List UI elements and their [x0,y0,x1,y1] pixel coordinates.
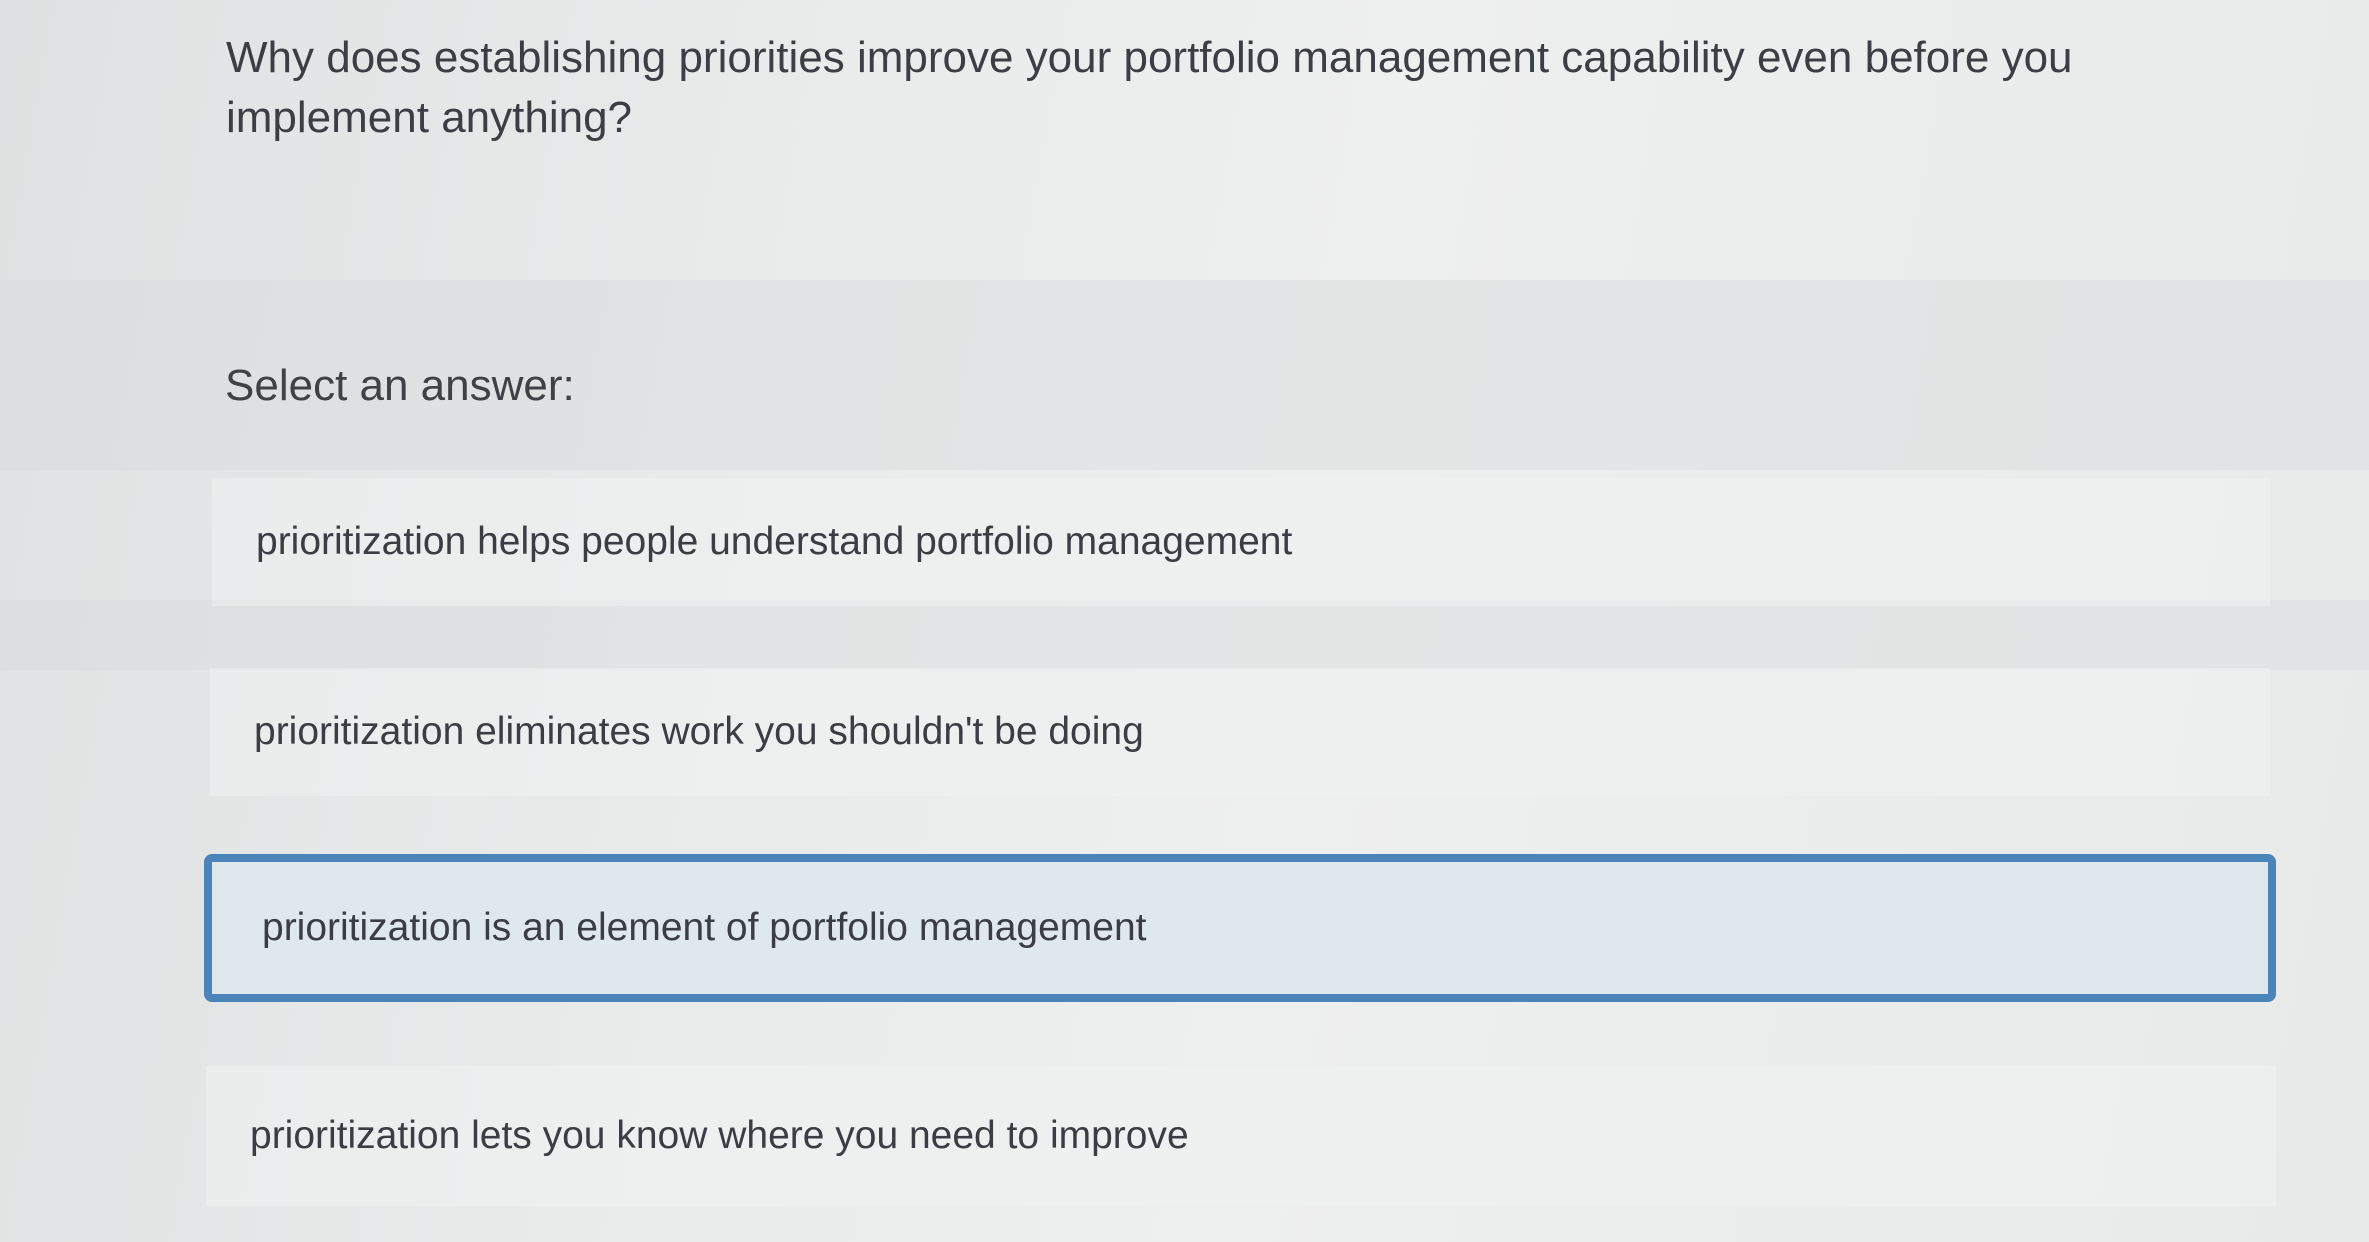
answer-option-2[interactable]: prioritization eliminates work you shoul… [210,668,2270,796]
quiz-page: Why does establishing priorities improve… [0,0,2369,1242]
answer-option-1[interactable]: prioritization helps people understand p… [212,478,2270,606]
answer-option-label: prioritization lets you know where you n… [250,1114,1189,1157]
question-text: Why does establishing priorities improve… [226,33,2073,142]
answer-option-label: prioritization eliminates work you shoul… [254,710,1144,753]
answer-option-3-selected[interactable]: prioritization is an element of portfoli… [204,854,2276,1002]
answer-option-label: prioritization is an element of portfoli… [262,906,1147,949]
background-band [0,600,2369,670]
answer-option-label: prioritization helps people understand p… [256,520,1293,563]
answer-prompt: Select an answer: [225,361,575,410]
answer-option-4[interactable]: prioritization lets you know where you n… [206,1066,2276,1206]
